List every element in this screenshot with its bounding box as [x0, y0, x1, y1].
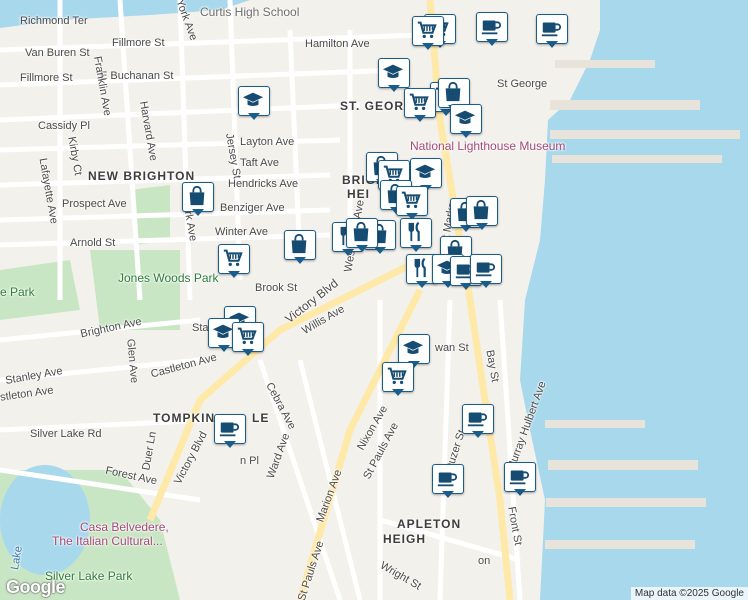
map-base — [0, 0, 748, 600]
label-van-buren-st: Van Buren St — [25, 47, 90, 59]
poi-marker-fork[interactable] — [400, 218, 432, 252]
poi-marker-cart[interactable] — [382, 362, 414, 396]
label-benziger-ave: Benziger Ave — [220, 202, 285, 214]
pier — [545, 540, 695, 549]
pier — [550, 130, 740, 139]
label-taft-ave: Taft Ave — [240, 157, 279, 169]
label-arnold-st: Arnold St — [70, 237, 116, 249]
label-hamilton-ave: Hamilton Ave — [305, 38, 370, 50]
poi-marker-cart[interactable] — [412, 16, 444, 50]
poi-marker-cart[interactable] — [396, 186, 428, 220]
pier — [546, 498, 706, 507]
poi-marker-cart[interactable] — [232, 322, 264, 356]
label-richmond-ter: Richmond Ter — [20, 15, 88, 27]
poi-marker-cup[interactable] — [462, 404, 494, 438]
pier — [548, 460, 698, 470]
label-swan-st: wan St — [435, 342, 469, 354]
label-layton-ave: Layton Ave — [240, 136, 295, 148]
poi-marker-cap[interactable] — [378, 58, 410, 92]
label-new-brighton: NEW BRIGHTON — [88, 169, 196, 183]
poi-marker-cart[interactable] — [218, 244, 250, 278]
label-tompkinsville: TOMPKIN — [153, 411, 216, 425]
label-e-buchanan-st: E Buchanan St — [100, 70, 174, 82]
label-silver-lake-rd: Silver Lake Rd — [30, 428, 102, 440]
label-tompkinsville-end: LE — [252, 411, 270, 425]
poi-marker-bag[interactable] — [346, 218, 378, 252]
pier — [555, 60, 655, 68]
harbor-water — [520, 0, 748, 600]
label-st-george-station: St George — [497, 78, 548, 90]
pier — [550, 100, 700, 110]
poi-marker-bag[interactable] — [466, 196, 498, 230]
label-curtis-high-school: Curtis High School — [200, 5, 300, 19]
label-stapleton-heights-1: APLETON — [397, 517, 462, 531]
label-brighton-heights-2: HEI — [347, 187, 371, 201]
label-casa-belvedere-2: The Italian Cultural... — [52, 534, 163, 548]
poi-marker-cart[interactable] — [404, 88, 436, 122]
label-casa-belvedere-1: Casa Belvedere, — [80, 520, 169, 534]
label-prospect-ave: Prospect Ave — [62, 198, 127, 210]
poi-marker-cup[interactable] — [432, 464, 464, 498]
poi-marker-cap[interactable] — [450, 104, 482, 138]
poi-marker-cup[interactable] — [470, 254, 502, 288]
poi-marker-cup[interactable] — [536, 14, 568, 48]
map-attribution[interactable]: Map data ©2025 Google — [630, 587, 748, 600]
label-fillmore-st-2: Fillmore St — [20, 72, 73, 84]
map-canvas[interactable]: Curtis High School Richmond Ter York Ave… — [0, 0, 748, 600]
label-gordon-pl: n Pl — [240, 455, 259, 467]
label-stapleton-heights-2: HEIGH — [383, 532, 427, 546]
poi-marker-cup[interactable] — [214, 414, 246, 448]
label-fillmore-st: Fillmore St — [112, 37, 165, 49]
label-brook-st: Brook St — [255, 282, 298, 294]
label-winter-ave: Winter Ave — [215, 226, 268, 238]
pier — [552, 155, 722, 163]
poi-marker-bag[interactable] — [284, 230, 316, 264]
label-hendricks-ave: Hendricks Ave — [228, 178, 299, 190]
google-logo: Google — [6, 577, 66, 597]
label-e-park: e Park — [0, 285, 35, 299]
label-station-short: on — [478, 555, 491, 567]
label-national-lighthouse-museum: National Lighthouse Museum — [410, 139, 566, 153]
poi-marker-cup[interactable] — [504, 462, 536, 496]
poi-marker-cap[interactable] — [238, 86, 270, 120]
poi-marker-bag[interactable] — [182, 182, 214, 216]
poi-marker-cup[interactable] — [476, 12, 508, 46]
label-jones-woods-park: Jones Woods Park — [118, 271, 219, 285]
label-cassidy-pl: Cassidy Pl — [38, 120, 90, 132]
pier — [545, 420, 645, 428]
